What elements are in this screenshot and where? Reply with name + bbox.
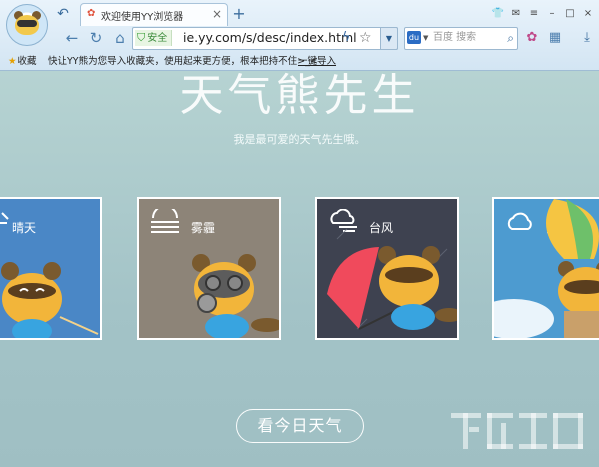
favorites-label: 收藏 (17, 56, 37, 67)
weather-card-sunny[interactable]: 晴天 (0, 197, 102, 340)
new-tab-icon[interactable]: + (230, 6, 248, 22)
search-input[interactable]: 百度 搜索 (433, 31, 476, 45)
view-today-weather-button[interactable]: 看今日天气 (236, 409, 364, 443)
refresh-icon[interactable]: ↻ (86, 29, 106, 47)
web-page: 天气熊先生 我是最可爱的天气先生哦。 晴天 雾霾 台风 看今日天气 (0, 71, 599, 467)
gamepad-icon[interactable]: ▦ (546, 29, 564, 47)
bookmark-star-icon[interactable]: ☆ (359, 29, 372, 47)
site-watermark-logo (451, 413, 583, 449)
undo-close-tab-icon[interactable]: ↶ (54, 6, 72, 22)
secure-label: 安全 (147, 33, 168, 44)
yy-browser-logo[interactable] (6, 4, 48, 46)
close-window-icon[interactable]: × (579, 7, 597, 21)
search-icon[interactable]: ⌕ (507, 30, 514, 46)
baidu-engine-icon[interactable]: du (407, 31, 421, 44)
address-bar[interactable]: ⛉ 安全 ie.yy.com/s/desc/index.html ϟ ☆ ▼ (132, 27, 398, 50)
weather-card-cloudy[interactable]: 多云 (492, 197, 599, 340)
home-icon[interactable]: ⌂ (110, 29, 130, 47)
one-click-import-link[interactable]: 一键导入 (298, 53, 336, 67)
address-dropdown-icon[interactable]: ▼ (380, 27, 398, 50)
url-text[interactable]: ie.yy.com/s/desc/index.html (183, 29, 357, 47)
back-arrow-icon[interactable]: ← (62, 29, 82, 47)
bear-mascot-gasmask (192, 254, 279, 338)
menu-icon[interactable]: ≡ (525, 7, 543, 21)
page-title: 天气熊先生 (179, 71, 420, 121)
tab-close-icon[interactable]: × (212, 7, 222, 21)
bear-mascot-balloon (494, 199, 599, 338)
favorites-button[interactable]: ★收藏 (8, 53, 37, 67)
download-icon[interactable]: ⤓ (578, 29, 596, 47)
favorites-star-icon: ★ (8, 56, 17, 67)
weather-card-haze[interactable]: 雾霾 (137, 197, 281, 340)
tab-active[interactable]: ✿ 欢迎使用YY浏览器 × (80, 3, 228, 26)
window-controls: 👕 ✉ ≡ – □ × (489, 1, 597, 19)
weather-card-typhoon[interactable]: 台风 (315, 197, 459, 340)
message-icon[interactable]: ✉ (507, 7, 525, 21)
minimize-icon[interactable]: – (543, 7, 561, 21)
engine-dropdown-icon[interactable]: ▼ (423, 31, 428, 45)
tab-title: 欢迎使用YY浏览器 (101, 12, 184, 23)
bear-mascot-umbrella (327, 228, 457, 330)
browser-chrome: ↶ ✿ 欢迎使用YY浏览器 × + 👕 ✉ ≡ – □ × ← ↻ ⌂ ⛉ 安全 ie.yy… (0, 0, 599, 71)
bookmark-bar: ★收藏 快让YY熊为您导入收藏夹，使用起来更方便，根本把持不住>_< 一键导入 (0, 50, 599, 69)
secure-badge[interactable]: ⛉ 安全 (135, 30, 173, 46)
import-tip: 快让YY熊为您导入收藏夹，使用起来更方便，根本把持不住>_< (48, 56, 318, 67)
shield-icon: ⛉ (137, 31, 146, 44)
search-box[interactable]: du ▼ 百度 搜索 ⌕ (404, 27, 518, 50)
tab-favicon-icon: ✿ (87, 8, 96, 19)
maximize-icon[interactable]: □ (561, 7, 579, 21)
speed-mode-icon[interactable]: ϟ (342, 29, 351, 47)
page-subtitle: 我是最可爱的天气先生哦。 (233, 133, 366, 146)
apps-icon[interactable]: ✿ (523, 29, 541, 47)
skin-icon[interactable]: 👕 (489, 7, 507, 21)
bear-mascot-sunny (1, 262, 99, 338)
